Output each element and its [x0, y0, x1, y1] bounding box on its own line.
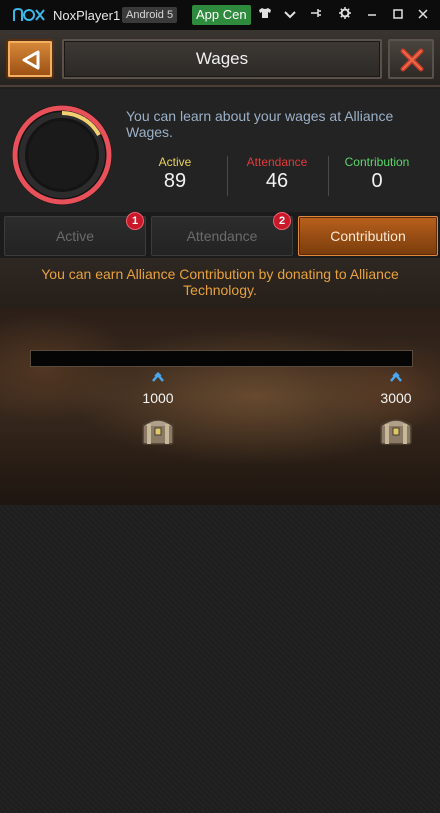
- stat-attendance-label: Attendance: [246, 155, 308, 169]
- maximize-icon[interactable]: [390, 7, 406, 23]
- chevron-up-icon: [390, 372, 402, 382]
- tab-attendance-label: Attendance: [186, 228, 258, 244]
- stat-attendance-value: 46: [265, 170, 289, 192]
- page-title: Wages: [195, 49, 249, 68]
- app-center-button[interactable]: App Cen: [192, 5, 251, 25]
- close-window-icon[interactable]: [415, 7, 431, 23]
- stat-contribution-value: 0: [371, 170, 383, 192]
- minimize-icon[interactable]: [364, 7, 380, 23]
- stat-active: Active 89: [126, 155, 224, 192]
- tab-attendance-badge: 2: [273, 212, 291, 230]
- wage-tabs: Active 1 Attendance 2 Contribution: [0, 212, 440, 258]
- wages-info-text: You can learn about your wages at Allian…: [126, 108, 394, 140]
- milestone-value: 3000: [380, 390, 412, 406]
- contribution-banner: You can earn Alliance Contribution by do…: [0, 258, 440, 308]
- stat-attendance: Attendance 46: [228, 155, 326, 192]
- reward-chest-icon[interactable]: [378, 414, 414, 446]
- emulator-app-name: NoxPlayer1: [53, 7, 121, 23]
- tab-attendance[interactable]: Attendance: [151, 216, 293, 256]
- shirt-icon[interactable]: [257, 7, 273, 23]
- chevron-up-icon: [152, 372, 164, 382]
- android-version-badge: Android 5: [122, 7, 178, 23]
- milestone-value: 1000: [142, 390, 174, 406]
- empty-content-area: [0, 505, 440, 813]
- stat-active-label: Active: [158, 155, 192, 169]
- reward-chest-icon[interactable]: [140, 414, 176, 446]
- wage-ring-icon: [12, 105, 112, 205]
- settings-gear-icon[interactable]: [337, 7, 353, 23]
- tab-active[interactable]: Active: [4, 216, 146, 256]
- pin-icon[interactable]: [308, 7, 324, 23]
- tab-active-label: Active: [55, 228, 95, 244]
- back-button[interactable]: [6, 39, 54, 79]
- chevron-down-icon[interactable]: [282, 7, 298, 23]
- close-button[interactable]: [388, 39, 434, 79]
- contribution-progress-bar: [30, 350, 413, 367]
- milestone-3000: 3000: [366, 372, 426, 446]
- back-arrow-icon: [22, 50, 40, 70]
- emulator-titlebar: NoxPlayer1 Android 5 App Cen: [0, 0, 440, 30]
- milestone-1000: 1000: [128, 372, 188, 446]
- tab-contribution[interactable]: Contribution: [298, 216, 438, 256]
- tab-active-badge: 1: [126, 212, 144, 230]
- contribution-message: You can earn Alliance Contribution by do…: [41, 266, 399, 298]
- game-header: Wages: [0, 30, 440, 87]
- stat-contribution-label: Contribution: [344, 155, 410, 169]
- stat-contribution: Contribution 0: [328, 155, 426, 192]
- tab-contribution-label: Contribution: [330, 228, 406, 244]
- wages-summary: You can learn about your wages at Allian…: [0, 89, 440, 212]
- stat-active-value: 89: [163, 170, 187, 192]
- nox-logo-icon: [13, 8, 45, 21]
- close-x-icon: [400, 48, 424, 72]
- reward-track-panel: 1000 3000: [0, 308, 440, 505]
- title-plate: Wages: [62, 39, 382, 79]
